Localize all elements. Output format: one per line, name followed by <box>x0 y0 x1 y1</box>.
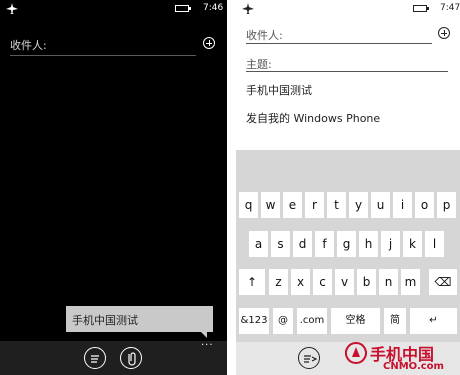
key-s[interactable]: s <box>271 231 290 257</box>
subject-field-label: 主题: <box>246 58 272 71</box>
key-x[interactable]: x <box>291 269 310 295</box>
key-z[interactable]: z <box>269 269 288 295</box>
battery-icon <box>413 5 429 12</box>
subject-field[interactable] <box>246 71 448 72</box>
to-field-label: 收件人: <box>246 29 283 42</box>
battery-icon <box>175 5 191 12</box>
send-icon[interactable] <box>298 347 320 369</box>
status-time: 7:47 <box>440 3 460 13</box>
key-q[interactable]: q <box>239 192 258 218</box>
space-key[interactable]: 空格 <box>331 308 380 334</box>
enter-key[interactable]: ↵ <box>410 308 457 334</box>
key-r[interactable]: r <box>305 192 324 218</box>
key-n[interactable]: n <box>379 269 398 295</box>
input-method-key[interactable]: 简 <box>384 308 406 334</box>
key-m[interactable]: m <box>401 269 420 295</box>
key-k[interactable]: k <box>403 231 422 257</box>
key-a[interactable]: a <box>249 231 268 257</box>
status-bar: 7:46 <box>0 0 227 18</box>
watermark-domain: CNMO.com <box>383 361 444 372</box>
airplane-icon <box>6 3 18 14</box>
key-w[interactable]: w <box>261 192 280 218</box>
dark-compose-screen: 7:46 收件人: 手机中国测试 ... <box>0 0 227 375</box>
dotcom-key[interactable]: .com <box>297 308 327 334</box>
to-field-label: 收件人: <box>10 39 47 52</box>
add-contact-icon[interactable] <box>203 37 215 49</box>
cnmo-watermark: 手机中国 CNMO.com <box>345 340 460 375</box>
to-field[interactable] <box>246 43 432 44</box>
shift-key[interactable]: ↑ <box>239 269 265 295</box>
key-t[interactable]: t <box>327 192 346 218</box>
send-icon[interactable] <box>84 347 106 369</box>
numbers-key[interactable]: &123 <box>239 308 269 334</box>
key-p[interactable]: p <box>437 192 456 218</box>
cnmo-logo-icon <box>345 342 367 364</box>
key-g[interactable]: g <box>337 231 356 257</box>
key-f[interactable]: f <box>315 231 334 257</box>
attach-icon[interactable] <box>120 347 142 369</box>
signature-line[interactable]: 发自我的 Windows Phone <box>246 110 380 126</box>
add-contact-icon[interactable] <box>438 27 450 39</box>
to-field[interactable] <box>10 55 196 56</box>
suggestion-bubble[interactable]: 手机中国测试 <box>66 306 213 338</box>
key-i[interactable]: i <box>393 192 412 218</box>
backspace-key[interactable]: ⌫ <box>429 269 457 295</box>
key-u[interactable]: u <box>371 192 390 218</box>
app-bar: ... <box>0 337 227 375</box>
message-body-line[interactable]: 手机中国测试 <box>246 82 312 98</box>
key-b[interactable]: b <box>357 269 376 295</box>
key-l[interactable]: l <box>425 231 444 257</box>
status-time: 7:46 <box>203 3 224 13</box>
key-o[interactable]: o <box>415 192 434 218</box>
key-c[interactable]: c <box>313 269 332 295</box>
airplane-icon <box>242 3 254 14</box>
key-e[interactable]: e <box>283 192 302 218</box>
key-j[interactable]: j <box>381 231 400 257</box>
key-v[interactable]: v <box>335 269 354 295</box>
key-d[interactable]: d <box>293 231 312 257</box>
key-h[interactable]: h <box>359 231 378 257</box>
key-y[interactable]: y <box>349 192 368 218</box>
at-key[interactable]: @ <box>273 308 293 334</box>
light-compose-screen: 7:47 收件人: 主题: 手机中国测试 发自我的 Windows Phone … <box>236 0 460 375</box>
more-button[interactable]: ... <box>201 337 214 348</box>
